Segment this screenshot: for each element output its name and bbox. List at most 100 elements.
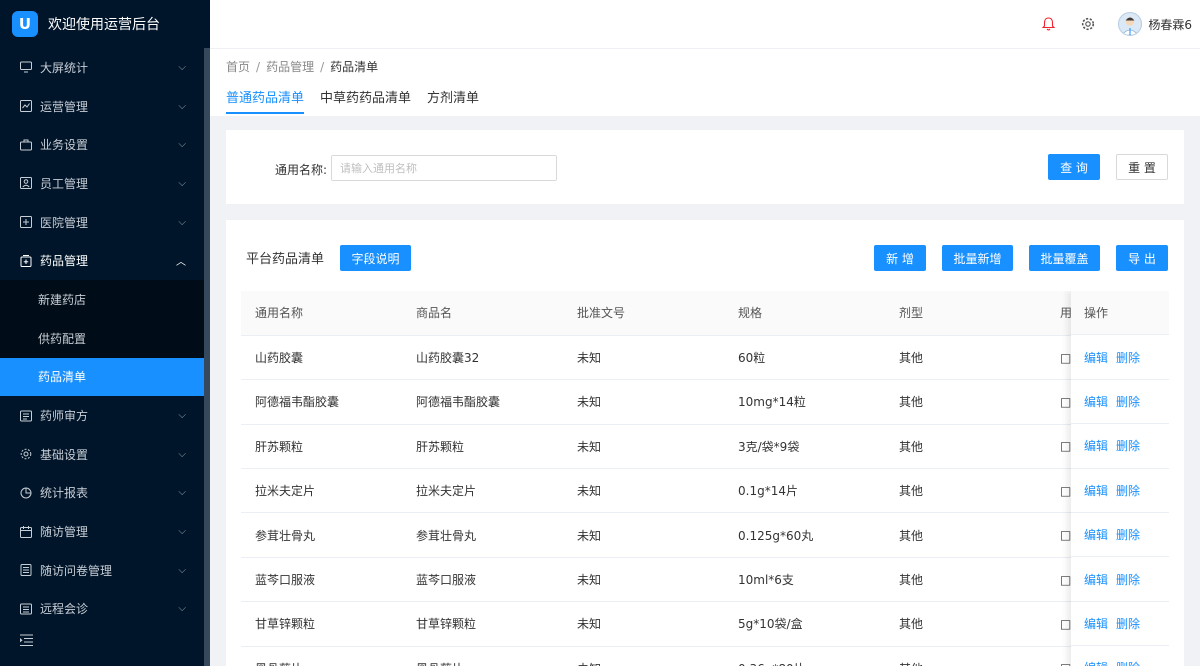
sidebar-item-follow-up[interactable]: 随访管理 ⌵: [0, 512, 210, 551]
chevron-down-icon: ⌵: [178, 487, 186, 499]
cell-generic-name: 蓝芩口服液: [241, 557, 402, 603]
cell-dosage-form: 其他: [885, 601, 1046, 647]
sidebar-item-statistics[interactable]: 统计报表 ⌵: [0, 474, 210, 513]
user-card-icon: [20, 177, 32, 190]
sidebar-item-business-settings[interactable]: 业务设置 ⌵: [0, 125, 210, 164]
tab-regular-drugs[interactable]: 普通药品清单: [226, 87, 305, 114]
drug-submenu: 新建药店 供药配置 药品清单: [0, 280, 210, 397]
breadcrumb-parent[interactable]: 药品管理: [266, 60, 314, 74]
table-row[interactable]: 参茸壮骨丸 参茸壮骨丸 未知 0.125g*60丸 其他 □: [241, 512, 1131, 558]
edit-link[interactable]: 编辑: [1084, 571, 1108, 588]
cell-specification: 5g*10袋/盒: [724, 601, 885, 647]
cell-trade-name: 山药胶囊32: [402, 335, 563, 381]
username[interactable]: 杨春霖6: [1148, 16, 1192, 33]
sidebar-item-big-screen[interactable]: 大屏统计 ⌵: [0, 48, 210, 87]
sidebar-item-questionnaire[interactable]: 随访问卷管理 ⌵: [0, 551, 210, 590]
gear-icon: [20, 448, 32, 460]
export-button[interactable]: 导 出: [1116, 245, 1168, 271]
cell-approval-number: 未知: [563, 379, 724, 425]
table-row[interactable]: 蓝芩口服液 蓝芩口服液 未知 10ml*6支 其他 □: [241, 557, 1131, 603]
sidebar-item-basic-settings[interactable]: 基础设置 ⌵: [0, 435, 210, 474]
batch-add-button[interactable]: 批量新增: [942, 245, 1013, 271]
generic-name-label: 通用名称:: [275, 163, 328, 177]
tab-prescriptions[interactable]: 方剂清单: [427, 87, 479, 114]
sidebar-subitem-drug-list[interactable]: 药品清单: [0, 357, 210, 397]
calendar-icon: [20, 525, 32, 538]
cell-generic-name: 黑骨藤片: [241, 646, 402, 666]
edit-link[interactable]: 编辑: [1084, 526, 1108, 543]
column-header-dosage-form[interactable]: 剂型: [885, 291, 1046, 336]
edit-link[interactable]: 编辑: [1084, 349, 1108, 366]
edit-link[interactable]: 编辑: [1084, 482, 1108, 499]
sidebar-item-label: 药师审方: [40, 409, 89, 424]
cell-generic-name: 拉米夫定片: [241, 468, 402, 514]
tab-herbal-drugs[interactable]: 中草药药品清单: [320, 87, 411, 114]
sidebar-subitem-supply-config[interactable]: 供药配置: [0, 319, 210, 358]
sidebar-item-label: 基础设置: [40, 447, 89, 462]
sidebar-item-label: 远程会诊: [40, 602, 89, 617]
reset-button[interactable]: 重 置: [1116, 154, 1168, 180]
query-button[interactable]: 查 询: [1048, 154, 1100, 180]
delete-link[interactable]: 删除: [1116, 437, 1140, 454]
delete-link[interactable]: 删除: [1116, 659, 1140, 666]
table-row[interactable]: 山药胶囊 山药胶囊32 未知 60粒 其他 □: [241, 335, 1131, 381]
sidebar-item-pharmacist-review[interactable]: 药师审方 ⌵: [0, 396, 210, 435]
delete-link[interactable]: 删除: [1116, 482, 1140, 499]
delete-link[interactable]: 删除: [1116, 526, 1140, 543]
table-row[interactable]: 黑骨藤片 黑骨藤片 未知 0.36g*80片 其他 □: [241, 646, 1131, 666]
app-logo[interactable]: U 欢迎使用运营后台: [0, 0, 210, 48]
cell-approval-number: 未知: [563, 468, 724, 514]
operation-cell: 编辑 删除: [1071, 646, 1169, 666]
edit-link[interactable]: 编辑: [1084, 393, 1108, 410]
column-header-generic-name[interactable]: 通用名称: [241, 291, 402, 336]
edit-link[interactable]: 编辑: [1084, 615, 1108, 632]
sidebar-item-label: 大屏统计: [40, 60, 89, 75]
sidebar: U 欢迎使用运营后台 大屏统计 ⌵ 运营管理 ⌵ 业务设置 ⌵ 员工管理 ⌵ 医…: [0, 0, 210, 666]
sidebar-item-label: 员工管理: [40, 176, 89, 191]
pill-box-icon: [20, 254, 32, 267]
delete-link[interactable]: 删除: [1116, 571, 1140, 588]
table-row[interactable]: 拉米夫定片 拉米夫定片 未知 0.1g*14片 其他 □: [241, 468, 1131, 514]
top-header: 杨春霖6: [210, 0, 1200, 48]
breadcrumb-home[interactable]: 首页: [226, 60, 250, 74]
sidebar-item-drug-management[interactable]: 药品管理 ︿: [0, 241, 210, 280]
column-header-trade-name[interactable]: 商品名: [402, 291, 563, 336]
field-description-button[interactable]: 字段说明: [340, 245, 411, 271]
add-button[interactable]: 新 增: [874, 245, 926, 271]
breadcrumb-separator: /: [320, 60, 325, 74]
sidebar-item-remote-consultation[interactable]: 远程会诊 ⌵: [0, 590, 210, 629]
generic-name-input[interactable]: [331, 155, 557, 181]
pie-chart-icon: [20, 487, 32, 499]
sidebar-subitem-new-pharmacy[interactable]: 新建药店: [0, 280, 210, 319]
chevron-down-icon: ⌵: [178, 100, 186, 112]
sidebar-scrollbar[interactable]: [204, 48, 210, 666]
edit-link[interactable]: 编辑: [1084, 659, 1108, 666]
table-row[interactable]: 甘草锌颗粒 甘草锌颗粒 未知 5g*10袋/盒 其他 □: [241, 601, 1131, 647]
doctor-avatar-icon[interactable]: [1118, 12, 1143, 36]
column-header-approval-number[interactable]: 批准文号: [563, 291, 724, 336]
bell-icon[interactable]: [1038, 14, 1058, 34]
cell-specification: 10ml*6支: [724, 557, 885, 603]
gear-icon[interactable]: [1078, 14, 1098, 34]
sidebar-item-staff[interactable]: 员工管理 ⌵: [0, 164, 210, 203]
delete-link[interactable]: 删除: [1116, 615, 1140, 632]
cell-dosage-form: 其他: [885, 335, 1046, 381]
sidebar-item-hospital[interactable]: 医院管理 ⌵: [0, 203, 210, 242]
column-header-specification[interactable]: 规格: [724, 291, 885, 336]
delete-link[interactable]: 删除: [1116, 393, 1140, 410]
table-row[interactable]: 阿德福韦酯胶囊 阿德福韦酯胶囊 未知 10mg*14粒 其他 □: [241, 379, 1131, 425]
sidebar-item-label: 随访问卷管理: [40, 563, 113, 578]
cell-specification: 0.1g*14片: [724, 468, 885, 514]
sidebar-item-label: 运营管理: [40, 99, 89, 114]
sidebar-item-operation[interactable]: 运营管理 ⌵: [0, 87, 210, 126]
menu-fold-icon[interactable]: [20, 634, 33, 650]
table-row[interactable]: 肝苏颗粒 肝苏颗粒 未知 3克/袋*9袋 其他 □: [241, 424, 1131, 470]
cell-specification: 3克/袋*9袋: [724, 424, 885, 470]
scrollbar-thumb[interactable]: [204, 48, 210, 666]
sidebar-item-label: 业务设置: [40, 138, 89, 153]
table-header-row: 通用名称 商品名 批准文号 规格 剂型 用: [241, 291, 1131, 336]
cell-trade-name: 甘草锌颗粒: [402, 601, 563, 647]
batch-cover-button[interactable]: 批量覆盖: [1029, 245, 1100, 271]
edit-link[interactable]: 编辑: [1084, 437, 1108, 454]
delete-link[interactable]: 删除: [1116, 349, 1140, 366]
